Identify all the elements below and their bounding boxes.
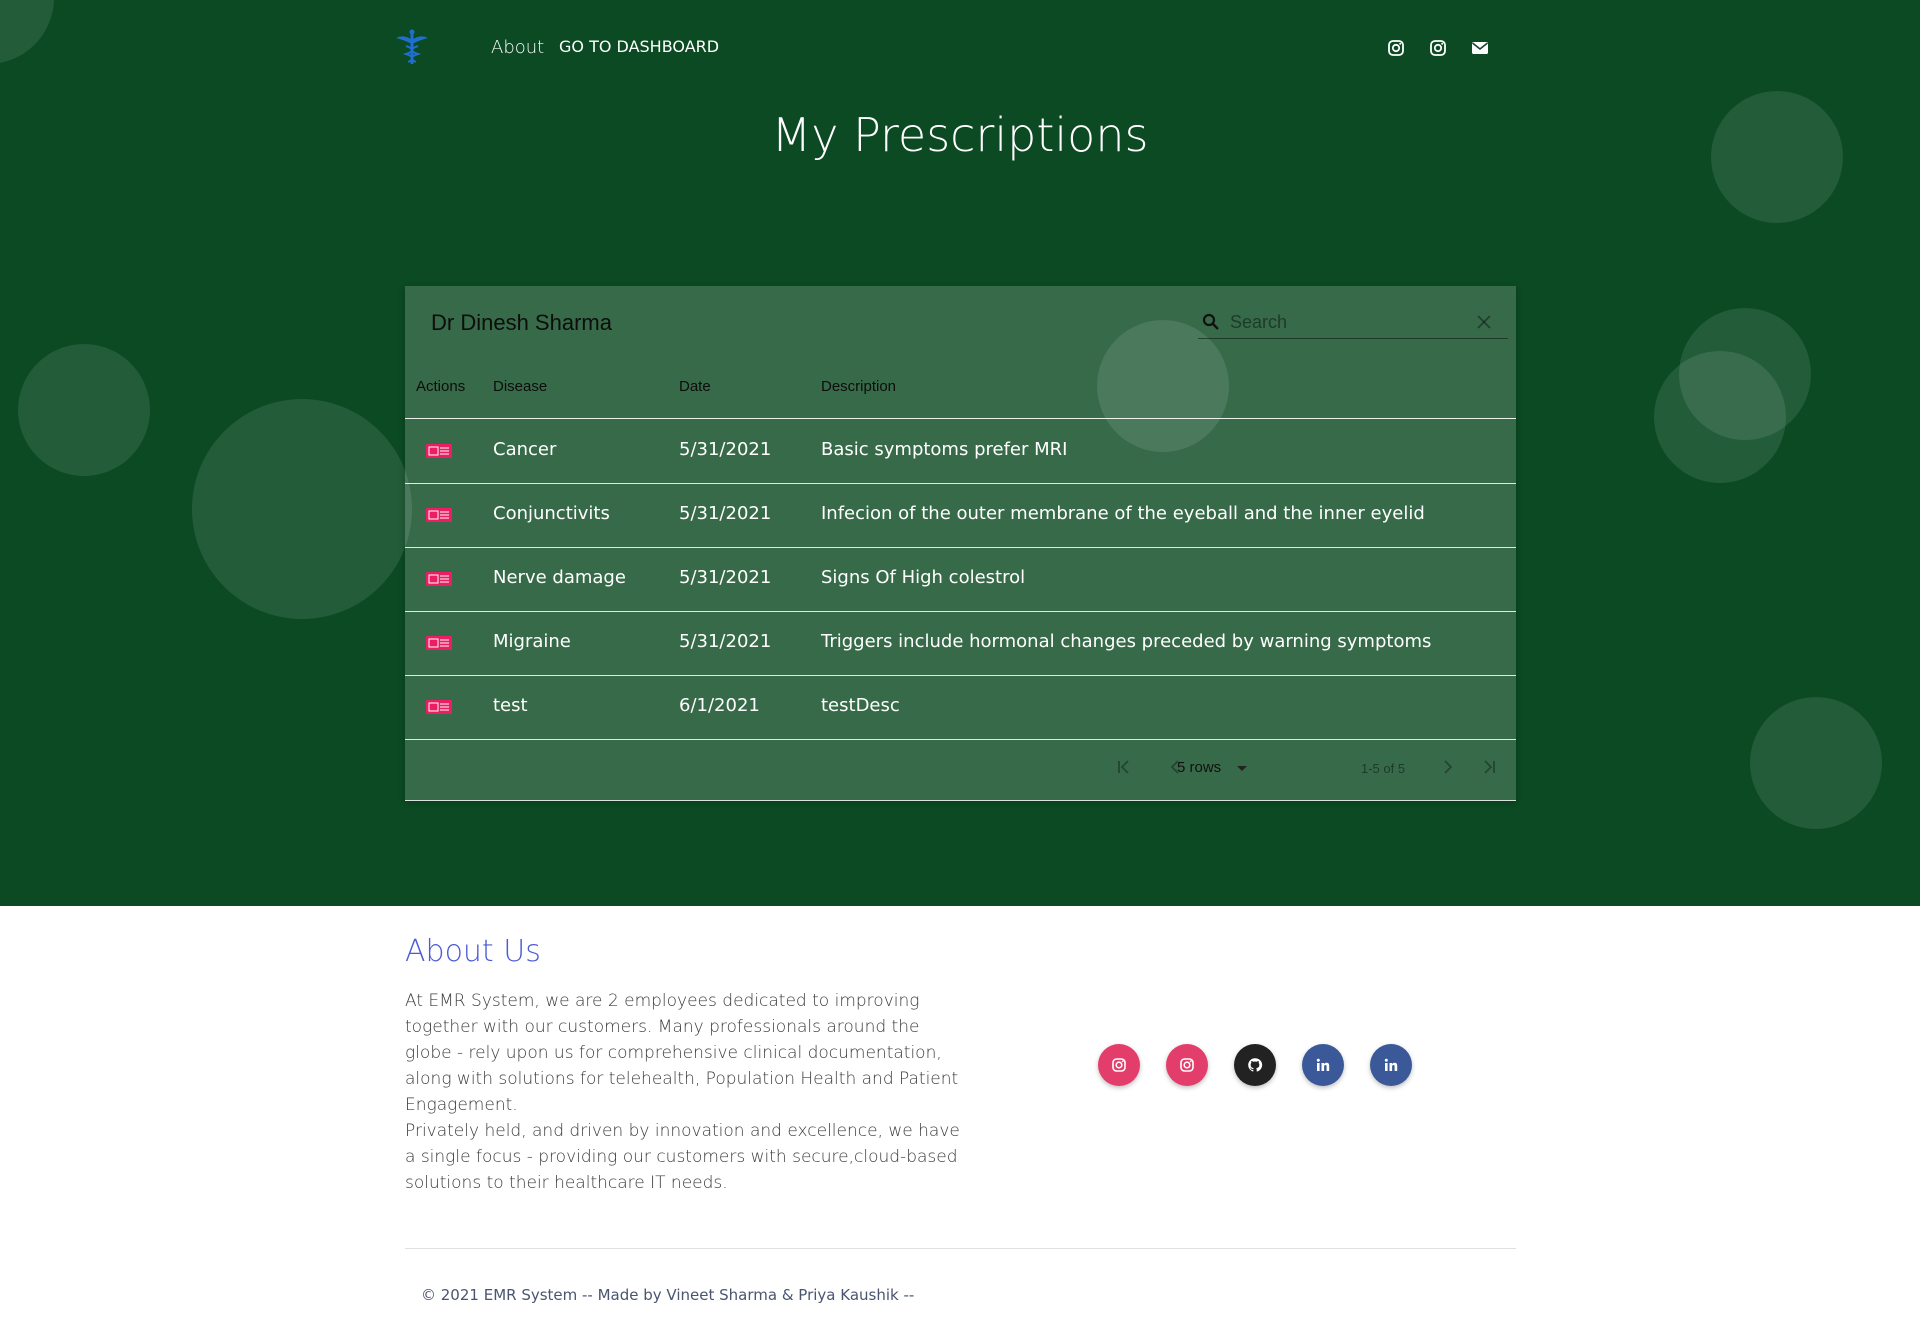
decor-bubble	[18, 344, 150, 476]
hero-section: About GO TO DASHBOARD My Prescriptions D…	[0, 0, 1920, 906]
table-row: Cancer 5/31/2021 Basic symptoms prefer M…	[405, 419, 1516, 484]
table-row: Migraine 5/31/2021 Triggers include horm…	[405, 611, 1516, 676]
search-icon	[1202, 313, 1219, 330]
decor-bubble	[192, 399, 412, 619]
about-title: About Us	[405, 934, 541, 969]
page-title: My Prescriptions	[771, 108, 1149, 162]
nav-dashboard-link[interactable]: GO TO DASHBOARD	[559, 37, 719, 56]
linkedin-icon	[1316, 1058, 1330, 1071]
decor-bubble	[1654, 351, 1786, 483]
prescription-icon[interactable]	[425, 507, 453, 523]
navbar: About GO TO DASHBOARD	[0, 0, 1920, 96]
disease-cell: Migraine	[493, 631, 571, 652]
instagram-icon	[1180, 1058, 1194, 1072]
column-header-disease[interactable]: Disease	[493, 378, 547, 395]
chevron-down-icon[interactable]	[1237, 766, 1247, 771]
search-field[interactable]	[1198, 304, 1508, 339]
instagram-icon[interactable]	[1386, 38, 1406, 58]
first-page-icon[interactable]	[1113, 756, 1135, 778]
instagram-button[interactable]	[1166, 1044, 1208, 1086]
date-cell: 5/31/2021	[679, 439, 772, 460]
prescription-icon[interactable]	[425, 699, 453, 715]
prescriptions-table: Dr Dinesh Sharma Actions Disease Date De…	[405, 286, 1516, 801]
date-cell: 5/31/2021	[679, 503, 772, 524]
column-header-date[interactable]: Date	[679, 378, 711, 395]
date-cell: 5/31/2021	[679, 631, 772, 652]
envelope-icon[interactable]	[1470, 38, 1490, 58]
prescription-icon[interactable]	[425, 635, 453, 651]
about-paragraph: Privately held, and driven by innovation…	[405, 1121, 960, 1193]
disease-cell: test	[493, 695, 528, 716]
column-header-description[interactable]: Description	[821, 378, 896, 395]
table-row: Nerve damage 5/31/2021 Signs Of High col…	[405, 547, 1516, 612]
prescription-icon[interactable]	[425, 571, 453, 587]
close-icon[interactable]	[1476, 314, 1492, 330]
disease-cell: Cancer	[493, 439, 557, 460]
linkedin-button[interactable]	[1370, 1044, 1412, 1086]
about-paragraph: At EMR System, we are 2 employees dedica…	[405, 991, 959, 1115]
footer-divider	[405, 1248, 1516, 1249]
pagination-bar: 5 rows 1-5 of 5	[405, 738, 1516, 801]
instagram-icon[interactable]	[1428, 38, 1448, 58]
description-cell: Triggers include hormonal changes preced…	[821, 631, 1432, 652]
date-cell: 6/1/2021	[679, 695, 760, 716]
table-title: Dr Dinesh Sharma	[431, 310, 612, 335]
description-cell: Infecion of the outer membrane of the ey…	[821, 503, 1425, 524]
table-row: Conjunctivits 5/31/2021 Infecion of the …	[405, 483, 1516, 548]
copyright-text: © 2021 EMR System -- Made by Vineet Shar…	[421, 1286, 915, 1304]
instagram-button[interactable]	[1098, 1044, 1140, 1086]
description-cell: Basic symptoms prefer MRI	[821, 439, 1068, 460]
linkedin-button[interactable]	[1302, 1044, 1344, 1086]
chevron-left-icon[interactable]	[1165, 756, 1187, 778]
search-input[interactable]	[1228, 308, 1472, 336]
nav-about-link[interactable]: About	[491, 37, 544, 58]
github-button[interactable]	[1234, 1044, 1276, 1086]
github-icon	[1248, 1058, 1263, 1072]
column-header-actions: Actions	[416, 378, 466, 395]
decor-bubble	[1750, 697, 1882, 829]
prescription-icon[interactable]	[425, 443, 453, 459]
date-cell: 5/31/2021	[679, 567, 772, 588]
pagination-info: 1-5 of 5	[1361, 761, 1406, 776]
disease-cell: Conjunctivits	[493, 503, 610, 524]
chevron-right-icon[interactable]	[1436, 756, 1458, 778]
last-page-icon[interactable]	[1478, 756, 1500, 778]
instagram-icon	[1112, 1058, 1126, 1072]
caduceus-logo-icon[interactable]	[394, 28, 430, 68]
description-cell: Signs Of High colestrol	[821, 567, 1026, 588]
linkedin-icon	[1384, 1058, 1398, 1071]
table-row: test 6/1/2021 testDesc	[405, 675, 1516, 740]
description-cell: testDesc	[821, 695, 900, 716]
disease-cell: Nerve damage	[493, 567, 626, 588]
